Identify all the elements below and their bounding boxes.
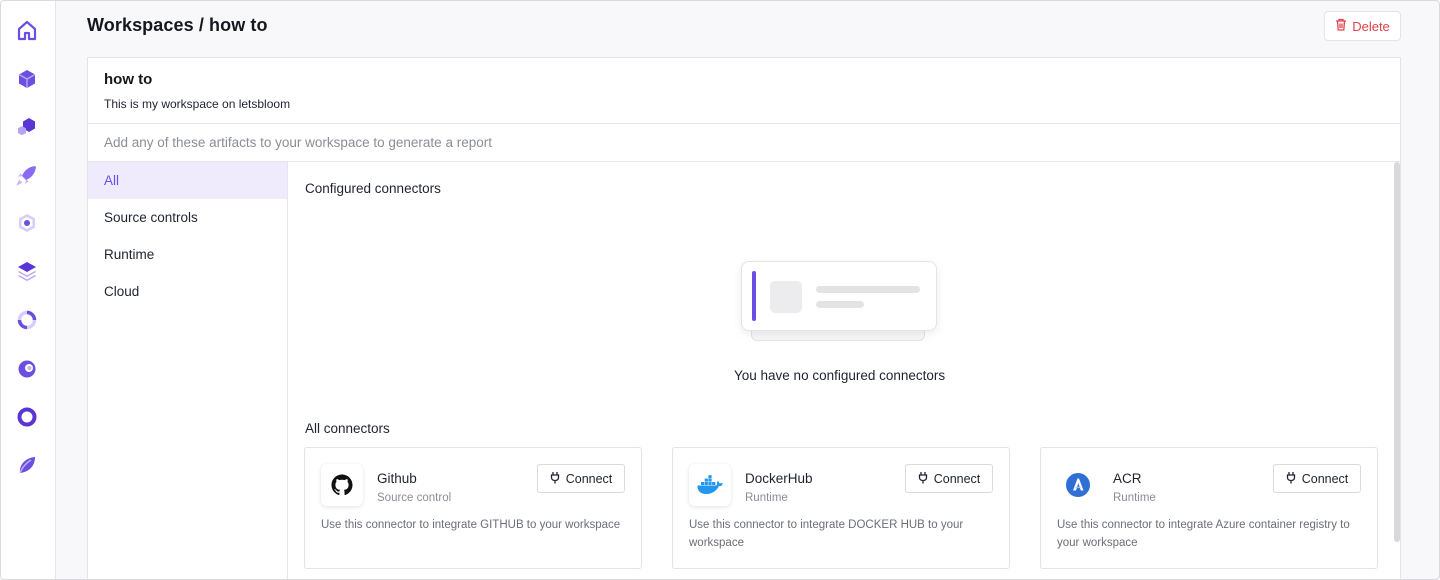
plug-icon xyxy=(1286,471,1296,487)
scrollbar[interactable] xyxy=(1394,162,1400,542)
delete-label: Delete xyxy=(1352,18,1390,34)
spinner-ring-icon[interactable] xyxy=(13,306,41,334)
hex-target-icon[interactable] xyxy=(13,209,41,237)
ring-icon[interactable] xyxy=(13,403,41,431)
connect-label: Connect xyxy=(933,471,981,486)
connector-name: DockerHub xyxy=(745,471,813,486)
connect-github-button[interactable]: Connect xyxy=(537,464,625,493)
artifacts-hint: Add any of these artifacts to your works… xyxy=(104,135,492,150)
breadcrumb: Workspaces / how to xyxy=(87,15,268,35)
plug-icon xyxy=(550,471,560,487)
empty-state-illustration xyxy=(741,261,937,345)
connector-card-acr: ACR Runtime Connect Use this connector t… xyxy=(1040,447,1378,569)
connect-dockerhub-button[interactable]: Connect xyxy=(905,464,993,493)
rocket-icon[interactable] xyxy=(13,161,41,189)
connect-label: Connect xyxy=(1301,471,1349,486)
swirl-icon[interactable] xyxy=(13,355,41,383)
layers-icon[interactable] xyxy=(13,257,41,285)
cube-icon[interactable] xyxy=(13,65,41,93)
connector-type: Runtime xyxy=(745,492,788,504)
divider xyxy=(88,123,1400,124)
empty-connectors-message: You have no configured connectors xyxy=(734,368,946,383)
leaf-icon[interactable] xyxy=(13,451,41,479)
trash-icon xyxy=(1335,18,1347,34)
app-window: Workspaces / how to Delete how to This i… xyxy=(0,0,1440,580)
connector-description: Use this connector to integrate DOCKER H… xyxy=(689,519,964,549)
sidebar xyxy=(1,1,56,579)
all-connectors-title: All connectors xyxy=(305,421,390,436)
connector-description: Use this connector to integrate Azure co… xyxy=(1057,519,1350,549)
workspace-name: how to xyxy=(104,71,153,88)
delete-button[interactable]: Delete xyxy=(1324,11,1401,41)
configured-connectors-title: Configured connectors xyxy=(305,181,441,196)
hexagon-group-icon[interactable] xyxy=(13,113,41,141)
category-runtime[interactable]: Runtime xyxy=(88,236,287,273)
connector-type: Source control xyxy=(377,492,452,504)
azure-registry-icon xyxy=(1057,464,1099,506)
connector-type: Runtime xyxy=(1113,492,1156,504)
connector-card-dockerhub: DockerHub Runtime Connect Use this conne… xyxy=(672,447,1010,569)
plug-icon xyxy=(918,471,928,487)
category-list: All Source controls Runtime Cloud xyxy=(88,162,288,579)
github-icon xyxy=(321,464,363,506)
category-cloud[interactable]: Cloud xyxy=(88,273,287,310)
home-icon[interactable] xyxy=(13,17,41,45)
connector-name: Github xyxy=(377,471,417,486)
category-all[interactable]: All xyxy=(88,162,287,199)
workspace-description: This is my workspace on letsbloom xyxy=(104,97,291,111)
category-source-controls[interactable]: Source controls xyxy=(88,199,287,236)
connector-description: Use this connector to integrate GITHUB t… xyxy=(321,519,621,531)
connector-card-github: Github Source control Connect Use this c… xyxy=(304,447,642,569)
connect-acr-button[interactable]: Connect xyxy=(1273,464,1361,493)
connector-name: ACR xyxy=(1113,471,1142,486)
connect-label: Connect xyxy=(565,471,613,486)
docker-icon xyxy=(689,464,731,506)
